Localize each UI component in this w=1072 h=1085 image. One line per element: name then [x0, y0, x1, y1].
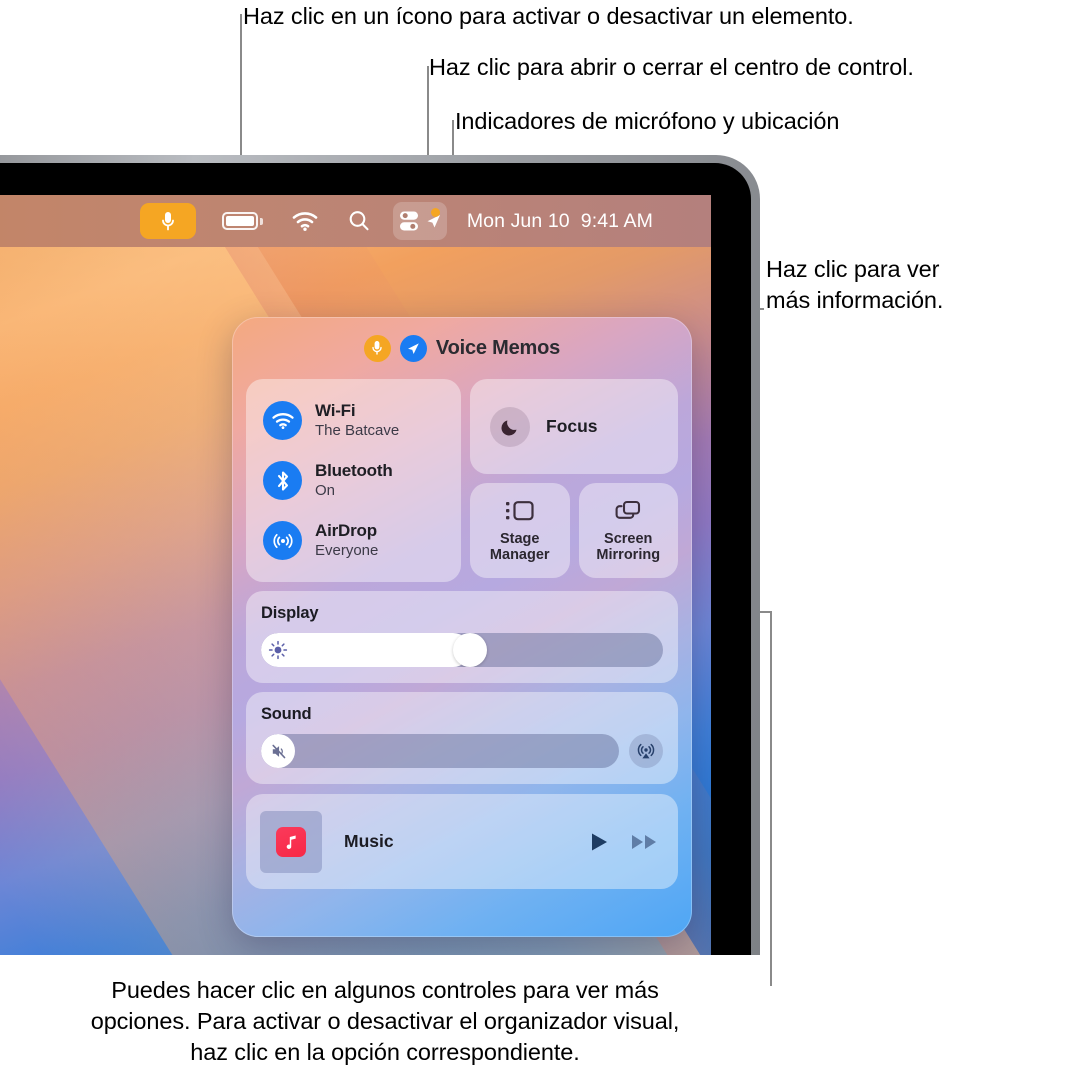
spotlight-search-icon[interactable]: [347, 204, 371, 238]
stage-manager-tile[interactable]: Stage Manager: [470, 483, 570, 578]
play-icon[interactable]: [588, 830, 610, 854]
active-app-label: Voice Memos: [435, 336, 561, 359]
sound-slider-knob[interactable]: [261, 734, 295, 768]
control-center-header: Voice Memos: [232, 317, 692, 379]
microphone-indicator-icon: [363, 334, 391, 362]
menu-bar: Mon Jun 10 9:41 AM: [0, 195, 711, 247]
moon-icon: [490, 406, 530, 447]
sound-label: Sound: [261, 705, 312, 723]
fast-forward-icon[interactable]: [630, 831, 660, 853]
microphone-in-use-indicator[interactable]: [140, 203, 197, 239]
brightness-icon: [268, 640, 288, 660]
callout-open-close-text: Haz clic para abrir o cerrar el centro d…: [429, 54, 914, 80]
wifi-network-name: The Batcave: [315, 422, 400, 439]
airplay-audio-icon: [637, 743, 655, 759]
control-center-icon: [400, 211, 419, 231]
music-app-label: Music: [344, 831, 394, 851]
focus-tile[interactable]: Focus: [470, 379, 678, 474]
control-center-menu-button[interactable]: [392, 202, 447, 240]
bluetooth-label: Bluetooth: [315, 461, 393, 480]
music-note-icon: [276, 826, 306, 857]
laptop-bezel: Mon Jun 10 9:41 AM Voice Memos Wi-Fi The…: [0, 163, 751, 955]
bluetooth-toggle-row[interactable]: Bluetooth On: [246, 456, 461, 505]
music-tile[interactable]: Music: [246, 794, 678, 889]
sound-volume-slider[interactable]: [261, 734, 619, 768]
control-center-panel: Voice Memos Wi-Fi The Batcave Bluetooth …: [232, 317, 692, 937]
airdrop-icon[interactable]: [263, 521, 302, 560]
control-center-body: Wi-Fi The Batcave Bluetooth On AirDrop E…: [232, 379, 692, 905]
wifi-icon[interactable]: [263, 401, 302, 440]
focus-label: Focus: [546, 416, 598, 436]
bluetooth-status: On: [315, 482, 336, 499]
stage-manager-label: Stage Manager: [489, 531, 550, 563]
menu-bar-clock[interactable]: Mon Jun 10 9:41 AM: [467, 210, 653, 233]
wifi-toggle-row[interactable]: Wi-Fi The Batcave: [246, 396, 461, 445]
screen-mirroring-icon: [615, 500, 641, 519]
display-slider-fill: [261, 633, 471, 667]
callout-bottom-text: Puedes hacer clic en algunos controles p…: [90, 977, 680, 1065]
location-indicator-icon: [399, 334, 427, 362]
display-tile: Display: [246, 591, 678, 683]
callout-more-info-text: Haz clic para ver más información.: [766, 256, 944, 313]
album-artwork-placeholder: [260, 810, 322, 873]
mute-speaker-icon: [271, 744, 285, 758]
callout-indicators-text: Indicadores de micrófono y ubicación: [455, 108, 840, 134]
microphone-icon: [162, 212, 175, 231]
stage-manager-icon: [505, 501, 534, 521]
display-slider-knob[interactable]: [453, 633, 488, 667]
screen-mirroring-tile[interactable]: Screen Mirroring: [578, 483, 678, 578]
laptop-screen: Mon Jun 10 9:41 AM Voice Memos Wi-Fi The…: [0, 195, 711, 955]
wifi-menu-icon[interactable]: [291, 204, 319, 238]
illustration-canvas: Haz clic en un ícono para activar o desa…: [0, 0, 1072, 1085]
connectivity-tile: Wi-Fi The Batcave Bluetooth On AirDrop E…: [246, 379, 461, 582]
laptop-frame: Mon Jun 10 9:41 AM Voice Memos Wi-Fi The…: [0, 155, 760, 955]
battery-status-icon[interactable]: [222, 212, 263, 230]
airplay-audio-button[interactable]: [629, 734, 663, 768]
bluetooth-icon[interactable]: [263, 461, 302, 500]
callout-click-icon-text: Haz clic en un ícono para activar o desa…: [243, 3, 854, 29]
display-brightness-slider[interactable]: [261, 633, 663, 667]
wifi-label: Wi-Fi: [315, 401, 356, 420]
leader-line-bottom-vertical: [770, 611, 772, 986]
airdrop-toggle-row[interactable]: AirDrop Everyone: [246, 516, 461, 565]
microphone-in-use-dot: [430, 208, 440, 217]
display-label: Display: [261, 604, 319, 622]
screen-mirroring-label: Screen Mirroring: [596, 531, 661, 563]
airdrop-label: AirDrop: [315, 521, 377, 540]
airdrop-status: Everyone: [315, 542, 379, 559]
sound-tile: Sound: [246, 692, 678, 784]
